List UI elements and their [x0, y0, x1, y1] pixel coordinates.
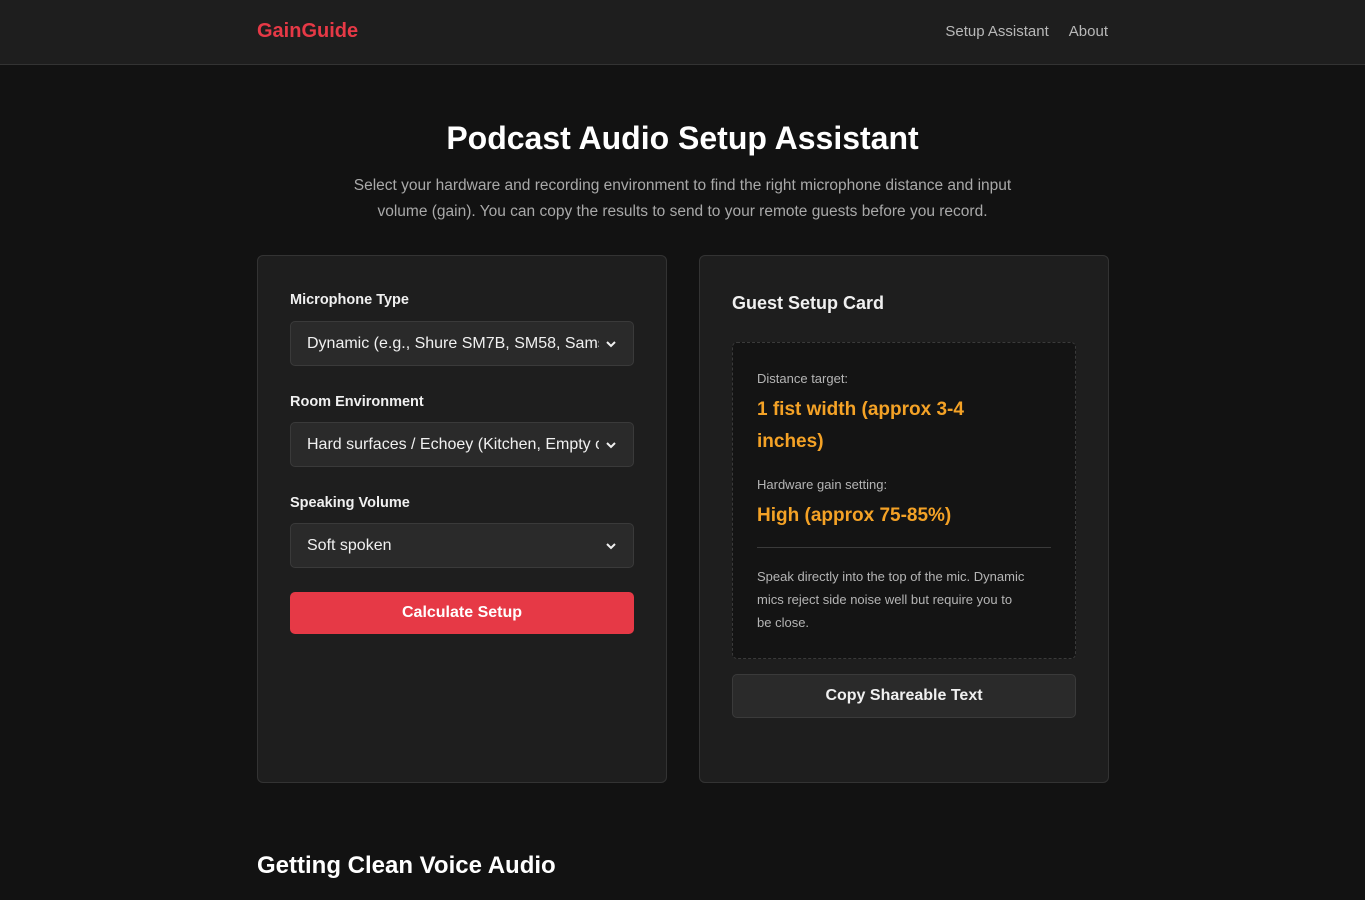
top-navbar: GainGuide Setup Assistant About: [0, 0, 1365, 65]
speaking-volume-value: Soft spoken: [307, 536, 392, 554]
speaking-volume-select[interactable]: Soft spoken: [290, 523, 634, 568]
result-box: Distance target: 1 fist width (approx 3-…: [732, 342, 1076, 659]
calculate-setup-button[interactable]: Calculate Setup: [290, 592, 634, 634]
guest-setup-card-title: Guest Setup Card: [732, 293, 885, 313]
copy-shareable-text-button[interactable]: Copy Shareable Text: [732, 674, 1076, 718]
room-environment-label: Room Environment: [290, 394, 424, 410]
chevron-down-icon: [606, 542, 616, 549]
chevron-down-icon: [606, 441, 616, 448]
gain-value: High (approx 75-85%): [757, 505, 952, 526]
room-environment-select[interactable]: Hard surfaces / Echoey (Kitchen, Empty o…: [290, 422, 634, 467]
brand-logo[interactable]: GainGuide: [257, 20, 358, 43]
page-title: Podcast Audio Setup Assistant: [446, 120, 919, 156]
setup-form-card: Microphone Type Dynamic (e.g., Shure SM7…: [257, 255, 667, 783]
nav-link-setup-assistant[interactable]: Setup Assistant: [945, 23, 1048, 40]
distance-value: 1 fist width (approx 3-4 inches): [757, 399, 964, 452]
mic-type-label: Microphone Type: [290, 292, 409, 308]
result-divider: [757, 547, 1051, 548]
result-note: Speak directly into the top of the mic. …: [757, 569, 1025, 630]
mic-type-value: Dynamic (e.g., Shure SM7B, SM58, Samson …: [307, 334, 599, 352]
gain-label: Hardware gain setting:: [757, 477, 888, 492]
mic-type-select[interactable]: Dynamic (e.g., Shure SM7B, SM58, Samson …: [290, 321, 634, 366]
guest-setup-card: Guest Setup Card Distance target: 1 fist…: [699, 255, 1109, 783]
room-environment-value: Hard surfaces / Echoey (Kitchen, Empty o…: [307, 435, 599, 453]
nav-link-about[interactable]: About: [1069, 23, 1108, 40]
speaking-volume-label: Speaking Volume: [290, 495, 410, 511]
intro-text: Select your hardware and recording envir…: [353, 177, 1012, 220]
chevron-down-icon: [606, 340, 616, 347]
distance-label: Distance target:: [757, 371, 849, 386]
section-heading: Getting Clean Voice Audio: [257, 852, 556, 879]
nav-links: Setup Assistant About: [945, 23, 1108, 40]
